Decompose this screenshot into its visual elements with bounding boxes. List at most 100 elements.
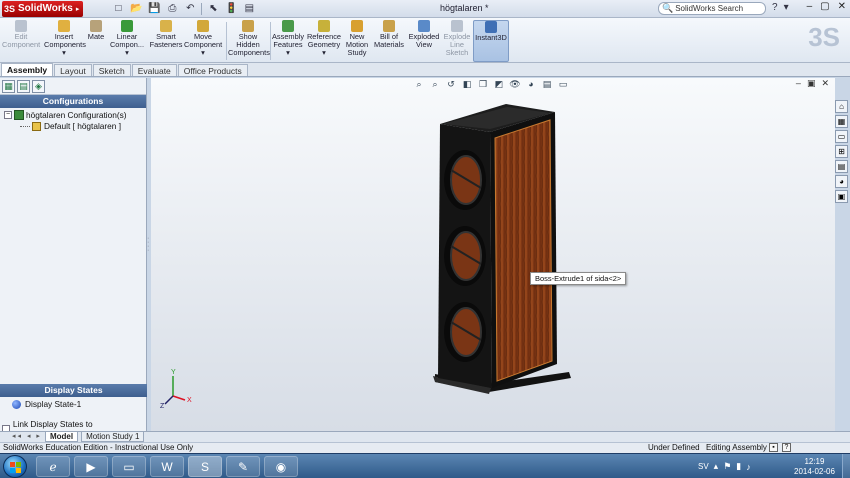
show-hidden-components-button[interactable]: Show Hidden Components [228,20,270,62]
start-button[interactable] [3,455,27,478]
collapse-icon[interactable]: − [4,111,12,119]
speaker-model[interactable]: Y X Z [151,78,835,431]
tab-layout[interactable]: Layout [54,64,92,76]
display-state-item[interactable]: Display State-1 [0,397,147,409]
save-icon[interactable]: 💾 [147,2,161,15]
minimize-button[interactable]: – [807,1,813,12]
select-pointer-icon[interactable]: ⬉ [206,2,220,15]
definition-status: Under Defined [648,443,700,452]
appearances-icon[interactable]: ◕ [835,175,848,188]
design-library-icon[interactable]: ▦ [835,115,848,128]
display-state-icon [12,399,21,409]
new-motion-study-button[interactable]: New Motion Study [344,20,370,62]
rebuild-status-icon[interactable]: ▪ [769,443,778,452]
bottom-tabs: ◂◂ ◂ ▸ Model Motion Study 1 [0,431,850,442]
internet-explorer-icon[interactable]: ℯ [36,456,70,477]
configuration-default-item[interactable]: Default [ högtalaren ] [0,120,146,131]
linear-pattern-icon [121,20,133,32]
divider [270,22,271,60]
window-controls: – ▢ ✕ [807,1,846,12]
bill-of-materials-button[interactable]: Bill of Materials [372,20,406,62]
flag-icon[interactable]: ⚑ [723,461,731,472]
svg-text:Y: Y [171,369,176,376]
motion-study-icon [351,20,363,32]
command-manager-tabs: Assembly Layout Sketch Evaluate Office P… [0,63,850,77]
instant3d-button[interactable]: Instant3D [473,20,509,62]
instant3d-label: Instant3D [475,33,507,42]
reference-geometry-button[interactable]: Reference Geometry ▾ [306,20,342,62]
edit-component-icon [15,20,27,32]
explode-line-sketch-button[interactable]: Explode Line Sketch [442,20,472,62]
print-icon[interactable]: ⎙ [165,2,179,15]
tab-assembly[interactable]: Assembly [1,63,54,76]
configuration-manager-icon[interactable]: ◈ [32,80,45,93]
tab-evaluate[interactable]: Evaluate [131,64,177,76]
file-explorer-taskbar-icon[interactable]: ▭ [112,456,146,477]
show-hidden-icon [242,20,254,32]
configuration-icon [32,121,41,131]
insert-components-icon [58,20,70,32]
volume-icon[interactable]: ♪ [746,462,751,472]
ds-logo-icon: 3S [4,3,16,14]
tab-sketch[interactable]: Sketch [92,64,131,76]
restore-button[interactable]: ▢ [820,1,829,12]
driver-bottom [444,302,486,362]
insert-components-button[interactable]: Insert Components ▾ [44,20,86,62]
system-clock[interactable]: 12:19 2014-02-06 [794,457,835,477]
display-states-header: Display States [0,384,147,397]
search-input[interactable]: 🔍 SolidWorks Search [658,2,766,15]
undo-icon[interactable]: ↶ [183,2,197,15]
tab-motion-study-1[interactable]: Motion Study 1 [81,432,145,442]
paint-icon[interactable]: ✎ [226,456,260,477]
configuration-default-label: Default [ högtalaren ] [44,121,122,131]
graphics-area[interactable]: ⌕ ⌕ ↺ ◧ ❒ ◩ 👁 ◕ ▤ ▭ – ▣ ✕ Y X Z Boss-Ext… [151,78,835,431]
custom-properties-icon[interactable]: ▣ [835,190,848,203]
view-palette-icon[interactable]: ▤ [835,160,848,173]
move-component-button[interactable]: Move Component ▾ [184,20,222,62]
smart-fasteners-icon [160,20,172,32]
search-results-icon[interactable]: ⊞ [835,145,848,158]
word-icon[interactable]: W [150,456,184,477]
tab-office-products[interactable]: Office Products [177,64,248,76]
tab-scroll-arrows-icon[interactable]: ◂◂ ◂ ▸ [12,432,42,442]
feature-tooltip: Boss-Extrude1 of sida<2> [530,272,627,285]
smart-fasteners-button[interactable]: Smart Fasteners [148,20,184,62]
feature-manager-icon[interactable]: ▦ [2,80,15,93]
show-desktop-button[interactable] [842,454,850,478]
new-document-icon[interactable]: □ [111,2,125,15]
chevron-down-icon[interactable]: ▾ [784,2,789,13]
mate-button[interactable]: Mate [86,20,106,62]
close-button[interactable]: ✕ [838,1,846,12]
language-indicator[interactable]: SV [698,462,709,471]
smart-fasteners-label: Smart Fasteners [149,32,183,50]
tab-model[interactable]: Model [44,432,79,442]
rebuild-icon[interactable]: 🚦 [224,2,238,15]
app-name: SolidWorks [18,3,73,14]
exploded-view-button[interactable]: Exploded View [408,20,440,62]
configuration-manager-panel: ▦ ▤ ◈ Configurations − högtalaren Config… [0,78,147,439]
open-folder-icon[interactable]: 📂 [129,2,143,15]
linear-component-pattern-button[interactable]: Linear Compon... ▾ [108,20,146,62]
title-right-tools: ? ▾ [772,2,789,13]
property-manager-icon[interactable]: ▤ [17,80,30,93]
file-properties-icon[interactable]: ▤ [242,2,256,15]
solidworks-menu-button[interactable]: 3S SolidWorks ▸ [2,0,84,17]
configuration-root-item[interactable]: − högtalaren Configuration(s) [0,108,146,120]
show-hidden-icons-icon[interactable]: ▴ [714,461,719,472]
solidworks-resources-icon[interactable]: ⌂ [835,100,848,113]
edit-component-button[interactable]: Edit Component [2,20,40,62]
help-status-icon[interactable]: ? [782,443,791,452]
file-explorer-icon[interactable]: ▭ [835,130,848,143]
help-icon[interactable]: ? [772,2,778,13]
instant3d-icon [485,21,497,33]
media-player-icon[interactable]: ▶ [74,456,108,477]
display-state-label: Display State-1 [25,399,82,409]
configuration-root-label: högtalaren Configuration(s) [26,110,127,120]
reference-geometry-label: Reference Geometry [306,32,342,50]
command-manager-ribbon: Edit Component Insert Components ▾ Mate L… [0,18,850,63]
solidworks-taskbar-icon[interactable]: S [188,456,222,477]
spotify-icon[interactable]: ◉ [264,456,298,477]
network-icon[interactable]: ▮ [736,461,741,472]
assembly-features-button[interactable]: Assembly Features ▾ [272,20,304,62]
driver-middle [444,226,486,286]
